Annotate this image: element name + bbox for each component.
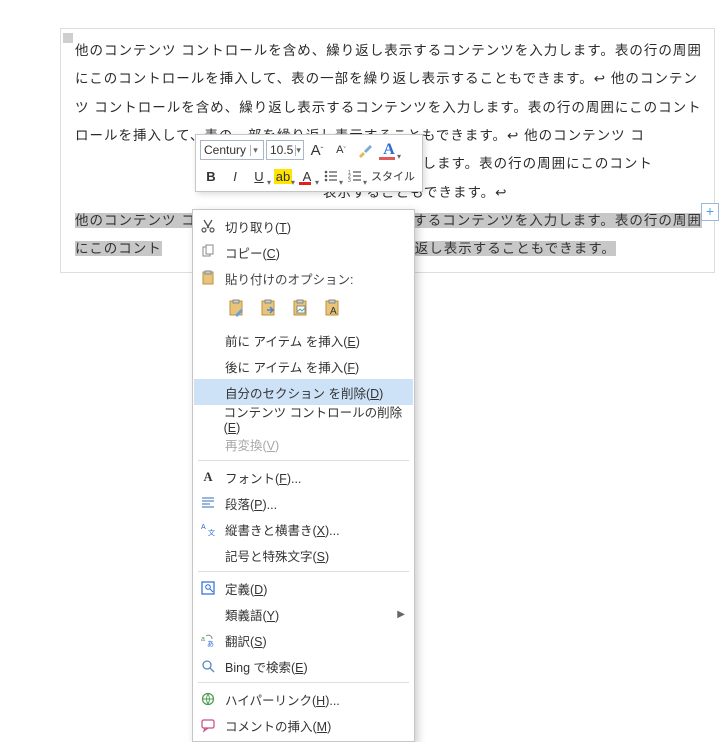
selected-text: 繰り返し表示することもできます。 (386, 241, 616, 256)
styles-label: スタイル (368, 168, 418, 184)
styles-button[interactable]: A ▾ (378, 139, 400, 161)
svg-text:A: A (201, 524, 206, 531)
font-size-value: 10.5 (270, 143, 293, 157)
chevron-down-icon: ▾ (339, 178, 343, 187)
svg-text:a: a (201, 636, 205, 643)
clipboard-text-icon: A (323, 298, 343, 318)
svg-text:あ: あ (207, 640, 214, 648)
hyperlink-icon (200, 691, 216, 707)
font-a-icon: A (203, 470, 212, 485)
bullets-button[interactable]: ▾ (320, 165, 342, 187)
menu-define[interactable]: 定義(D) (194, 575, 413, 601)
italic-button[interactable]: I (224, 165, 246, 187)
grow-font-button[interactable]: Aˆ (306, 139, 328, 161)
chevron-down-icon: ▾ (315, 178, 319, 187)
menu-delete-content-control[interactable]: コンテンツ コントロールの削除(E) (194, 405, 413, 431)
menu-reconvert: 再変換(V) (194, 431, 413, 457)
paste-merge-format[interactable] (256, 295, 282, 321)
font-size-combo[interactable]: 10.5 ▾ (266, 140, 304, 160)
svg-text:A: A (330, 306, 337, 317)
menu-paste-options-header: 貼り付けのオプション: (194, 265, 413, 291)
clipboard-arrow-icon (259, 298, 279, 318)
font-color-button[interactable]: A ▾ (296, 165, 318, 187)
chevron-down-icon: ▾ (397, 152, 401, 161)
scissors-icon (200, 218, 216, 234)
font-name-value: Century (204, 143, 246, 157)
copy-icon (200, 244, 216, 260)
clipboard-picture-icon (291, 298, 311, 318)
menu-cut[interactable]: 切り取り(T) (194, 213, 413, 239)
paste-picture[interactable] (288, 295, 314, 321)
list-bullet-icon (323, 168, 339, 184)
menu-translate[interactable]: aあ 翻訳(S) (194, 627, 413, 653)
chevron-down-icon: ▾ (363, 178, 367, 187)
menu-text-direction[interactable]: A文 縦書きと横書き(X)... (194, 516, 413, 542)
paint-swatch-icon (379, 157, 395, 160)
paragraph-text: 他のコンテンツ コントロールを含め、繰り返し表示するコンテンツを入力します。表の… (75, 43, 702, 86)
chevron-down-icon: ▾ (267, 178, 271, 187)
menu-symbols[interactable]: 記号と特殊文字(S) (194, 542, 413, 568)
chevron-down-icon[interactable]: ▾ (250, 145, 260, 156)
translate-icon: aあ (200, 632, 216, 648)
mini-toolbar: Century ▾ 10.5 ▾ Aˆ Aˇ A ▾ B I U▾ ab ▾ (195, 134, 423, 192)
menu-insert-comment[interactable]: コメントの挿入(M) (194, 712, 413, 738)
menu-font[interactable]: A フォント(F)... (194, 464, 413, 490)
numbering-button[interactable]: 123 ▾ (344, 165, 366, 187)
menu-synonyms[interactable]: 類義語(Y) ▶ (194, 601, 413, 627)
highlight-icon: ab (274, 169, 292, 184)
menu-hyperlink[interactable]: ハイパーリンク(H)... (194, 686, 413, 712)
font-name-combo[interactable]: Century ▾ (200, 140, 264, 160)
paragraph-icon (200, 495, 216, 511)
bold-button[interactable]: B (200, 165, 222, 187)
context-menu: 切り取り(T) コピー(C) 貼り付けのオプション: A 前に アイテム を挿入… (192, 209, 415, 742)
highlight-button[interactable]: ab ▾ (272, 165, 294, 187)
list-number-icon: 123 (347, 168, 363, 184)
add-item-button[interactable]: + (701, 203, 719, 221)
chevron-down-icon: ▾ (291, 178, 295, 187)
dictionary-icon (200, 580, 216, 596)
brush-icon (357, 142, 373, 158)
chevron-down-icon[interactable]: ▾ (295, 145, 301, 156)
menu-bing-search[interactable]: Bing で検索(E) (194, 653, 413, 679)
paste-options-row: A (194, 291, 413, 327)
clipboard-brush-icon (227, 298, 247, 318)
menu-paragraph[interactable]: 段落(P)... (194, 490, 413, 516)
menu-insert-after[interactable]: 後に アイテム を挿入(F) (194, 353, 413, 379)
menu-separator (198, 571, 409, 572)
svg-text:文: 文 (208, 528, 215, 537)
menu-insert-before[interactable]: 前に アイテム を挿入(E) (194, 327, 413, 353)
paste-text-only[interactable]: A (320, 295, 346, 321)
menu-separator (198, 460, 409, 461)
color-swatch-icon (299, 182, 311, 185)
text-direction-icon: A文 (200, 521, 216, 537)
format-painter-button[interactable] (354, 139, 376, 161)
comment-icon (200, 717, 216, 733)
menu-copy[interactable]: コピー(C) (194, 239, 413, 265)
svg-text:3: 3 (348, 178, 351, 184)
underline-button[interactable]: U▾ (248, 165, 270, 187)
paragraph-text: 他のコンテンツ コ (524, 128, 645, 143)
shrink-font-button[interactable]: Aˇ (330, 139, 352, 161)
menu-separator (198, 682, 409, 683)
clipboard-icon (200, 270, 216, 286)
search-icon (200, 658, 216, 674)
paste-keep-source[interactable] (224, 295, 250, 321)
chevron-right-icon: ▶ (397, 609, 405, 620)
